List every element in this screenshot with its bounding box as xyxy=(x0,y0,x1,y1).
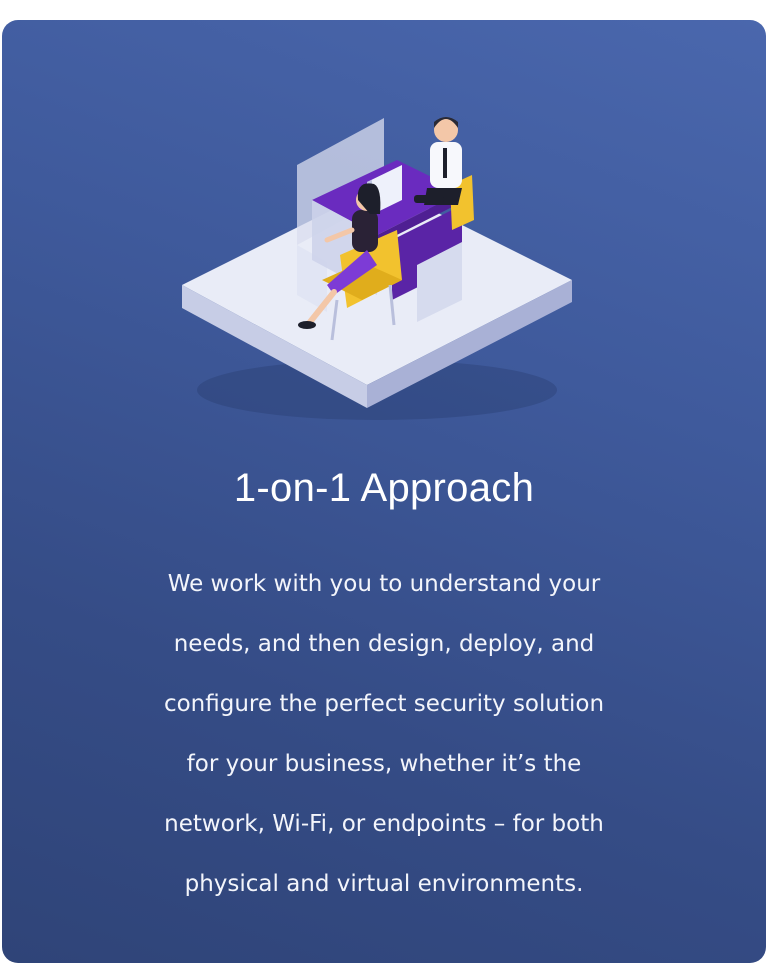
card-title: 1-on-1 Approach xyxy=(233,466,535,510)
card-description: We work with you to understand your need… xyxy=(102,554,666,914)
feature-card: 1-on-1 Approach We work with you to unde… xyxy=(2,20,766,963)
description-line: physical and virtual environments. xyxy=(184,871,584,897)
description-line: network, Wi-Fi, or endpoints – for both xyxy=(164,811,604,837)
description-line: configure the perfect security solution xyxy=(163,691,605,717)
isometric-desk-meeting-illustration xyxy=(182,117,572,420)
description-line: needs, and then design, deploy, and xyxy=(173,631,595,657)
description-line: for your business, whether it’s the xyxy=(186,751,582,777)
description-line: We work with you to understand your xyxy=(167,571,601,597)
